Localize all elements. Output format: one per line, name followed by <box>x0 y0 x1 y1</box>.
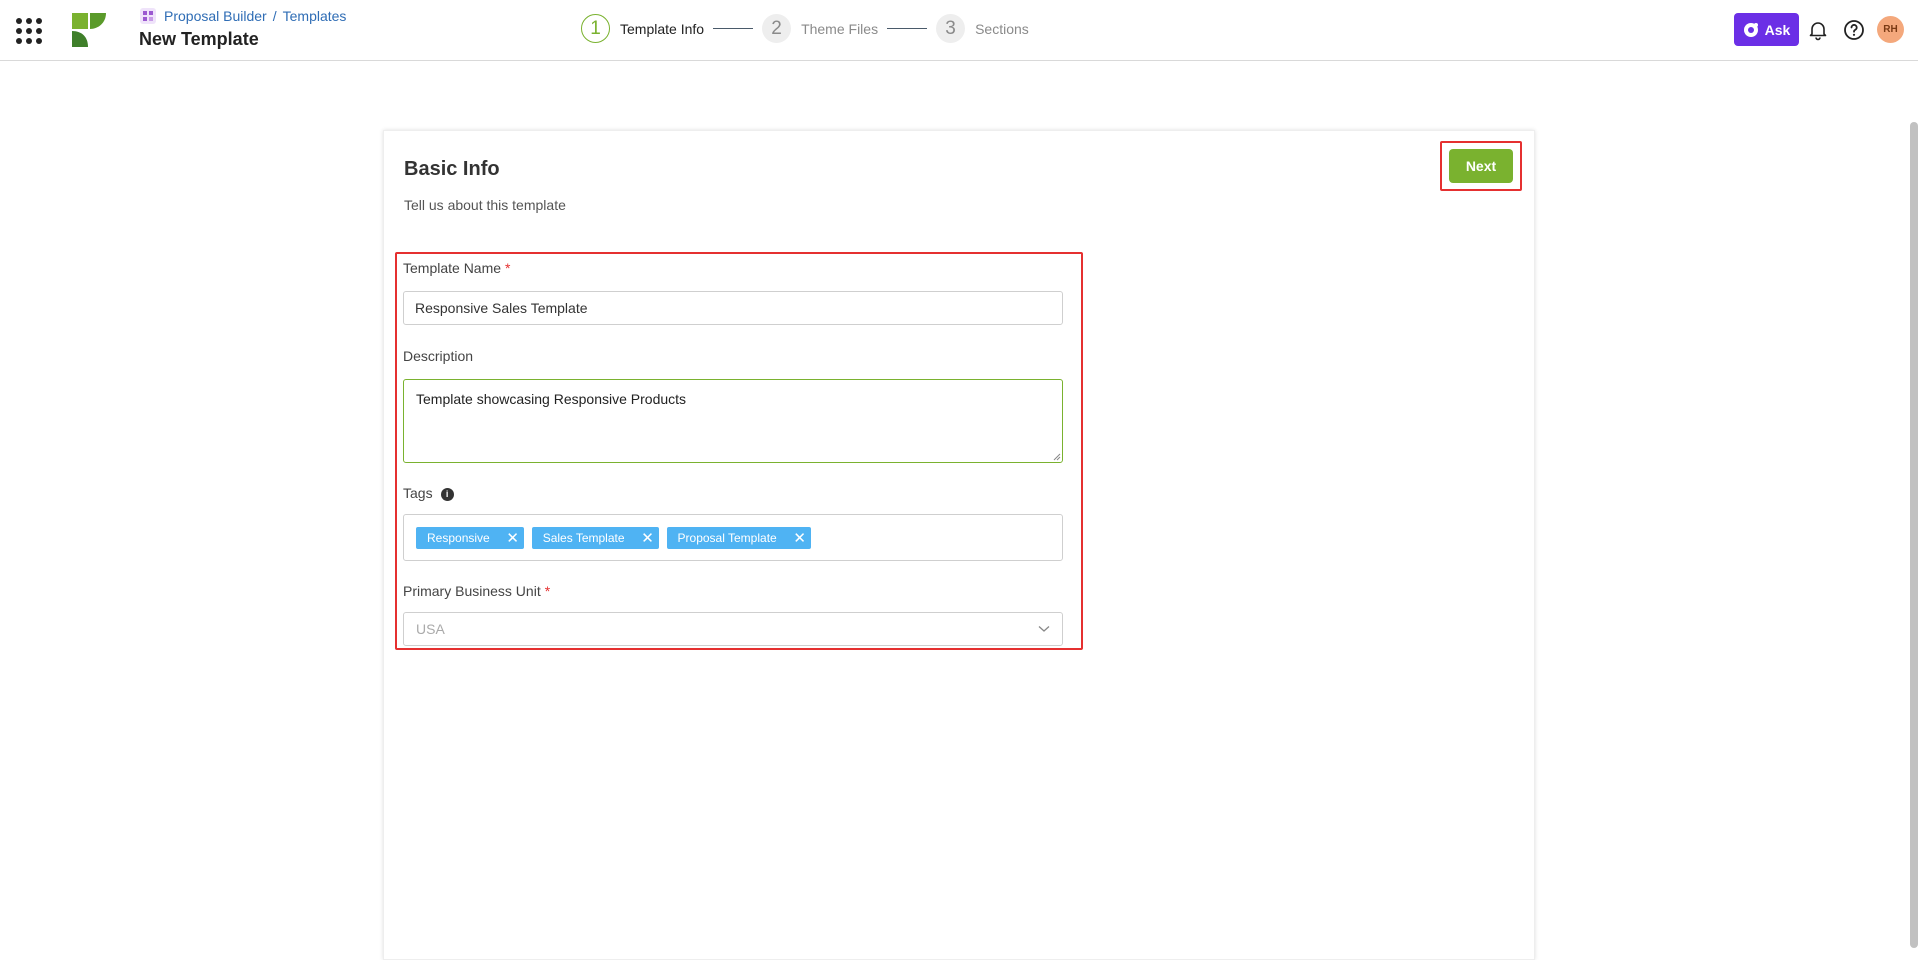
ask-sparkle-icon <box>1743 22 1758 37</box>
step-theme-files[interactable]: 2 Theme Files <box>762 14 878 43</box>
ask-label: Ask <box>1764 21 1791 38</box>
step-label: Sections <box>975 20 1029 37</box>
step-template-info[interactable]: 1 Template Info <box>581 14 704 43</box>
tags-label: Tags i <box>403 485 454 501</box>
description-textarea[interactable]: Template showcasing Responsive Products <box>403 379 1063 463</box>
breadcrumb-app-icon <box>140 8 156 24</box>
chevron-down-icon <box>1038 626 1050 632</box>
step-number: 1 <box>581 14 610 43</box>
help-icon[interactable] <box>1842 18 1866 42</box>
required-mark: * <box>505 260 511 276</box>
template-name-label-text: Template Name <box>403 260 502 276</box>
close-icon[interactable]: ✕ <box>502 527 524 549</box>
page-scrollbar[interactable] <box>1910 122 1918 948</box>
tag-label: Responsive <box>427 530 490 545</box>
tag-chip: Sales Template ✕ <box>531 526 659 549</box>
avatar[interactable]: RH <box>1877 16 1904 43</box>
step-number: 2 <box>762 14 792 43</box>
template-name-value: Responsive Sales Template <box>415 300 588 316</box>
breadcrumb-templates[interactable]: Templates <box>283 8 347 24</box>
step-label: Theme Files <box>801 20 879 37</box>
page-title: New Template <box>139 29 259 49</box>
step-sections[interactable]: 3 Sections <box>936 14 1029 43</box>
close-icon[interactable]: ✕ <box>789 527 811 549</box>
breadcrumb-separator: / <box>272 8 277 24</box>
template-name-label: Template Name * <box>403 260 511 276</box>
tag-label: Sales Template <box>542 530 625 545</box>
step-number: 3 <box>936 14 966 43</box>
bell-icon[interactable] <box>1806 18 1830 42</box>
business-unit-label: Primary Business Unit * <box>403 583 550 599</box>
breadcrumb: Proposal Builder / Templates <box>140 8 346 24</box>
card-subtitle: Tell us about this template <box>404 197 566 213</box>
step-connector <box>713 28 754 29</box>
template-name-input[interactable]: Responsive Sales Template <box>403 291 1063 325</box>
logo-icon[interactable] <box>70 11 108 49</box>
card-title: Basic Info <box>404 158 500 180</box>
business-unit-value: USA <box>416 621 445 637</box>
next-button[interactable]: Next <box>1449 149 1513 183</box>
close-icon[interactable]: ✕ <box>637 527 659 549</box>
tag-chip: Responsive ✕ <box>416 526 524 549</box>
top-header: Proposal Builder / Templates New Templat… <box>0 0 1918 61</box>
stepper: 1 Template Info 2 Theme Files 3 Sections <box>581 14 1029 43</box>
business-unit-label-text: Primary Business Unit <box>403 583 541 599</box>
description-label: Description <box>403 348 474 364</box>
ask-button[interactable]: Ask <box>1734 13 1799 46</box>
step-connector <box>887 28 928 29</box>
required-mark: * <box>544 583 551 599</box>
breadcrumb-proposal-builder[interactable]: Proposal Builder <box>164 8 267 24</box>
tag-label: Proposal Template <box>677 530 777 545</box>
tag-chip: Proposal Template ✕ <box>666 526 811 549</box>
business-unit-select[interactable]: USA <box>403 612 1063 646</box>
description-value: Template showcasing Responsive Products <box>416 391 687 407</box>
tags-label-text: Tags <box>403 485 433 501</box>
apps-grid-icon[interactable] <box>16 18 42 44</box>
info-icon[interactable]: i <box>440 487 454 501</box>
resize-grip-icon[interactable] <box>1053 453 1061 461</box>
tags-input[interactable]: Responsive ✕ Sales Template ✕ Proposal T… <box>403 514 1063 561</box>
step-label: Template Info <box>620 20 705 37</box>
